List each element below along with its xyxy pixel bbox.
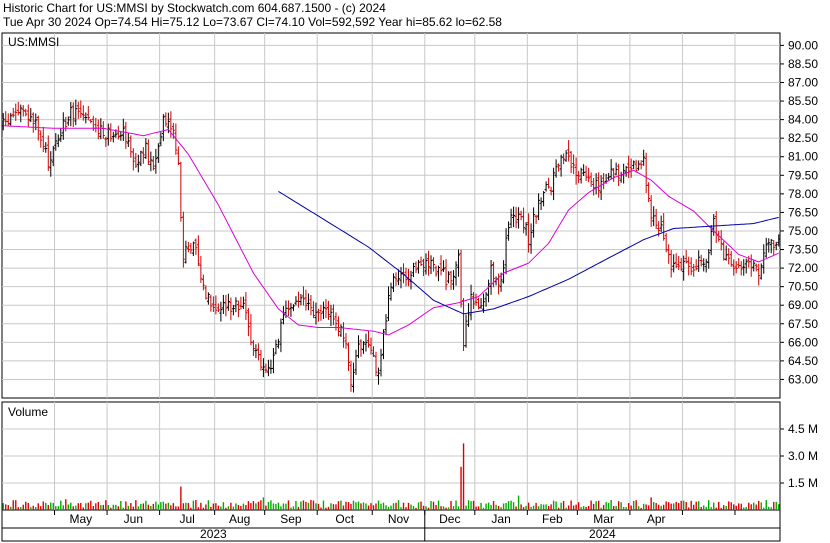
y-axis-tick-label: 85.50 (788, 94, 818, 108)
year-label: 2024 (589, 527, 616, 541)
chart-header-title: Historic Chart for US:MMSI by Stockwatch… (3, 1, 386, 15)
y-axis-tick-label: 78.00 (788, 187, 818, 201)
y-axis-tick-label: 79.50 (788, 168, 818, 182)
volume-axis-tick-label: 1.5 M (788, 476, 818, 490)
month-label: Feb (542, 512, 563, 526)
y-axis-tick-label: 63.00 (788, 372, 818, 386)
y-axis-tick-label: 88.50 (788, 57, 818, 71)
y-axis-tick-label: 84.00 (788, 113, 818, 127)
chart-header-quote: Tue Apr 30 2024 Op=74.54 Hi=75.12 Lo=73.… (3, 15, 502, 29)
month-label: Sep (280, 512, 302, 526)
chart-root: 90.00 88.50 87.00 85.50 84.00 82.50 81.00 79.50… (0, 0, 830, 543)
y-axis-tick-label: 72.00 (788, 261, 818, 275)
y-axis-tick-label: 70.50 (788, 280, 818, 294)
y-axis-tick-label: 90.00 (788, 38, 818, 52)
y-axis-tick-label: 66.00 (788, 335, 818, 349)
year-label: 2023 (200, 527, 227, 541)
y-axis-tick-label: 73.50 (788, 243, 818, 257)
month-label: Aug (229, 512, 250, 526)
month-label: Jan (491, 512, 510, 526)
y-axis-tick-label: 75.00 (788, 224, 818, 238)
month-label: Nov (388, 512, 409, 526)
volume-axis-tick-label: 3.0 M (788, 449, 818, 463)
month-label: Jul (179, 512, 194, 526)
y-axis-tick-label: 81.00 (788, 150, 818, 164)
month-label: Mar (593, 512, 614, 526)
month-label: Apr (647, 512, 666, 526)
y-axis-tick-label: 82.50 (788, 131, 818, 145)
y-axis-tick-label: 76.50 (788, 205, 818, 219)
y-axis-tick-label: 69.00 (788, 298, 818, 312)
month-label: Jun (124, 512, 143, 526)
chart-canvas: 90.00 88.50 87.00 85.50 84.00 82.50 81.00 79.50… (1, 32, 818, 542)
y-axis-tick-label: 87.00 (788, 75, 818, 89)
month-label: May (69, 512, 92, 526)
month-label: Oct (335, 512, 354, 526)
y-axis-tick-label: 67.50 (788, 317, 818, 331)
month-label: Dec (439, 512, 460, 526)
symbol-label: US:MMSI (8, 35, 60, 49)
volume-axis-tick-label: 4.5 M (788, 422, 818, 436)
volume-panel-title: Volume (8, 405, 49, 419)
y-axis-tick-label: 64.50 (788, 354, 818, 368)
